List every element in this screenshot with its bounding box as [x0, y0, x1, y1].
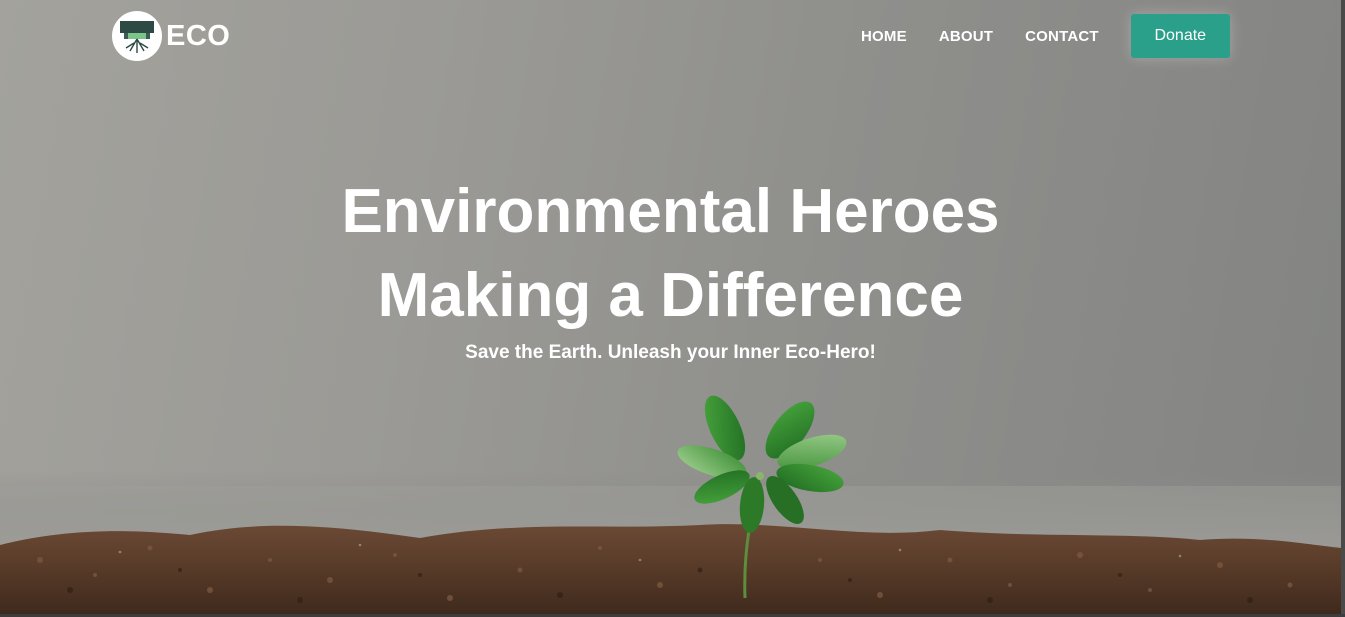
- hero-tagline: Save the Earth. Unleash your Inner Eco-H…: [465, 342, 876, 363]
- hero-section: ECO HOME ABOUT CONTACT Donate Environmen…: [0, 0, 1341, 614]
- nav-link-about[interactable]: ABOUT: [939, 24, 993, 49]
- scrollbar-thumb[interactable]: [1341, 0, 1345, 617]
- hero-headline-line2: Making a Difference: [377, 261, 964, 330]
- main-nav: HOME ABOUT CONTACT Donate: [845, 14, 1230, 58]
- hero-headline: Environmental Heroes Making a Difference: [0, 170, 1341, 338]
- brand-name: ECO: [166, 19, 231, 52]
- hero-headline-line1: Environmental Heroes: [341, 177, 1000, 246]
- brand-logo[interactable]: ECO: [112, 11, 230, 61]
- donate-button[interactable]: Donate: [1130, 14, 1230, 58]
- scrollbar[interactable]: [1341, 0, 1345, 617]
- tree-roots-logo-icon: [112, 11, 162, 61]
- nav-link-contact[interactable]: CONTACT: [1025, 24, 1099, 49]
- nav-link-home[interactable]: HOME: [861, 24, 907, 49]
